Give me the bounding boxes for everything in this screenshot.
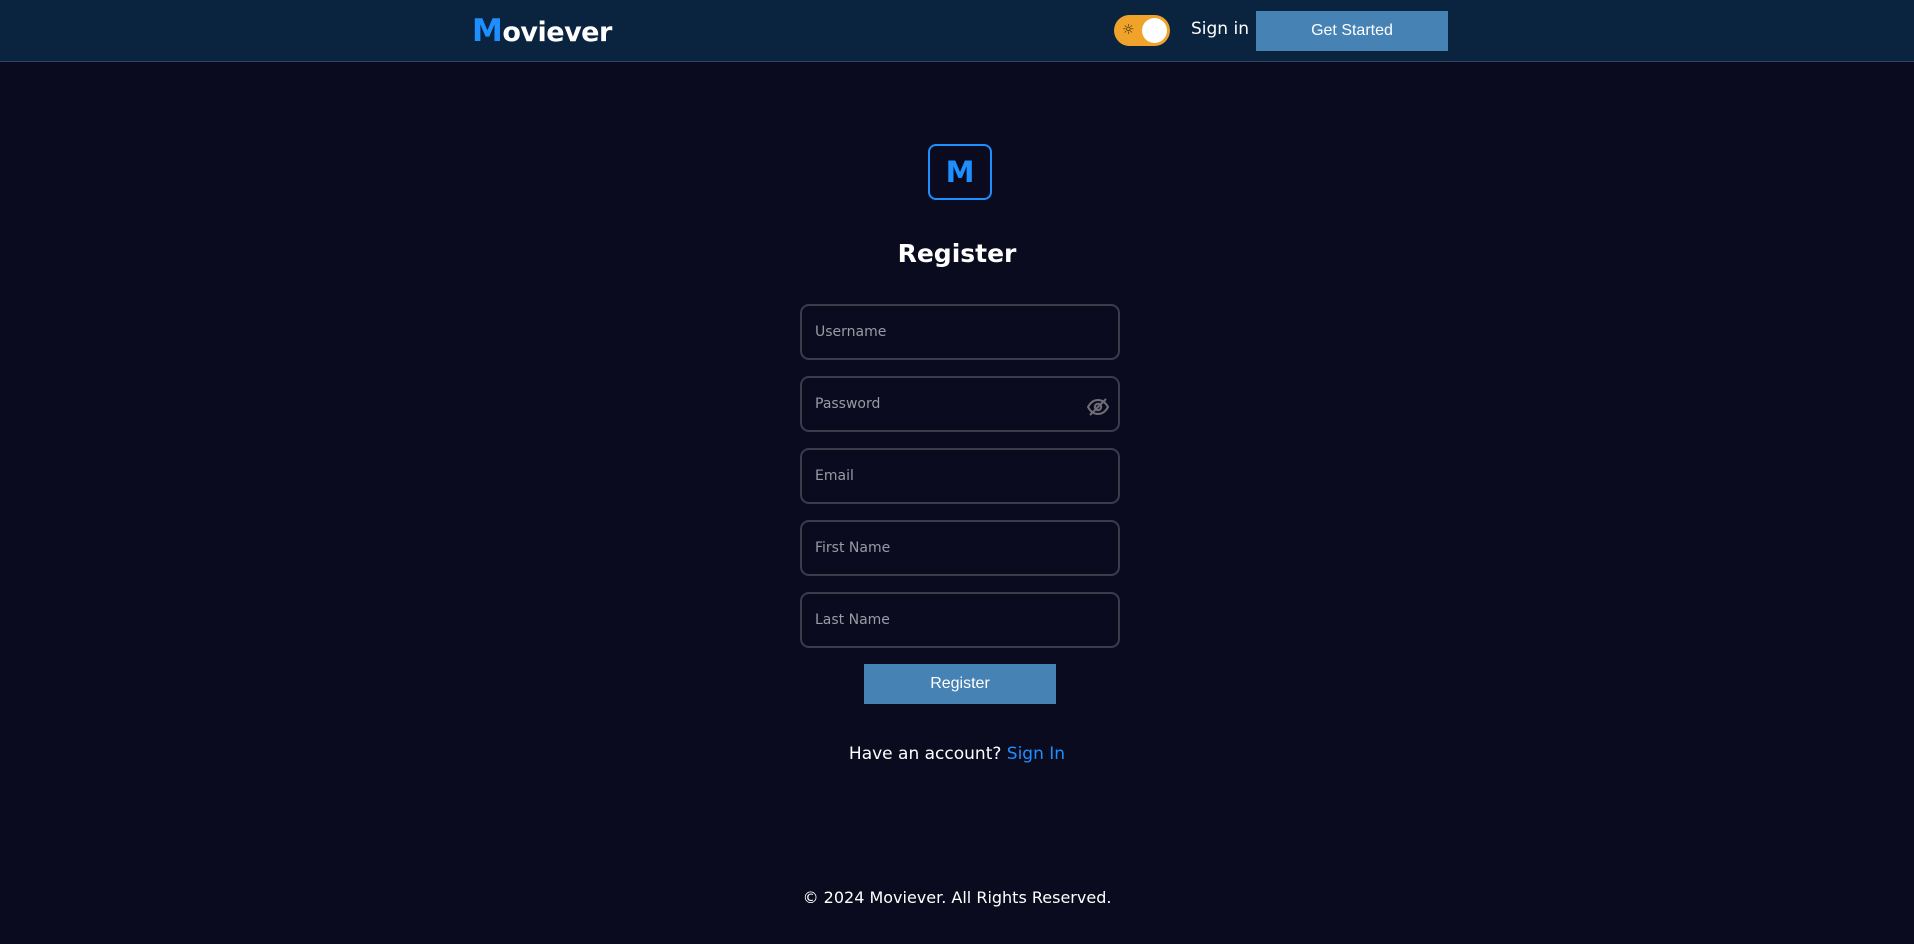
last-name-input[interactable] (802, 594, 1118, 646)
username-input[interactable] (802, 306, 1118, 358)
email-input[interactable] (802, 450, 1118, 502)
logo-initial: M (472, 13, 503, 49)
first-name-input[interactable] (802, 522, 1118, 574)
eye-off-icon[interactable] (1086, 395, 1110, 419)
form-title: Register (897, 239, 1017, 268)
email-field-wrapper (800, 448, 1120, 504)
brand-badge: M (928, 144, 992, 200)
account-prompt-line: Have an account? Sign In (0, 744, 1914, 764)
last-name-field-wrapper (800, 592, 1120, 648)
top-nav: Moviever ☼ Sign in Get Started (0, 0, 1914, 62)
account-prompt-text: Have an account? (848, 744, 1002, 764)
get-started-button[interactable]: Get Started (1256, 11, 1448, 51)
logo-text: oviever (502, 17, 612, 48)
footer-copyright: © 2024 Moviever. All Rights Reserved. (802, 888, 1112, 907)
site-logo[interactable]: Moviever (472, 13, 612, 49)
theme-toggle[interactable]: ☼ (1114, 15, 1170, 46)
first-name-field-wrapper (800, 520, 1120, 576)
signin-link[interactable]: Sign In (1007, 744, 1065, 764)
nav-signin-link[interactable]: Sign in (1191, 19, 1249, 39)
password-input[interactable] (802, 378, 1118, 430)
username-field-wrapper (800, 304, 1120, 360)
register-button[interactable]: Register (864, 664, 1056, 704)
sun-icon: ☼ (1122, 22, 1135, 38)
password-field-wrapper (800, 376, 1120, 432)
toggle-knob (1142, 18, 1167, 43)
